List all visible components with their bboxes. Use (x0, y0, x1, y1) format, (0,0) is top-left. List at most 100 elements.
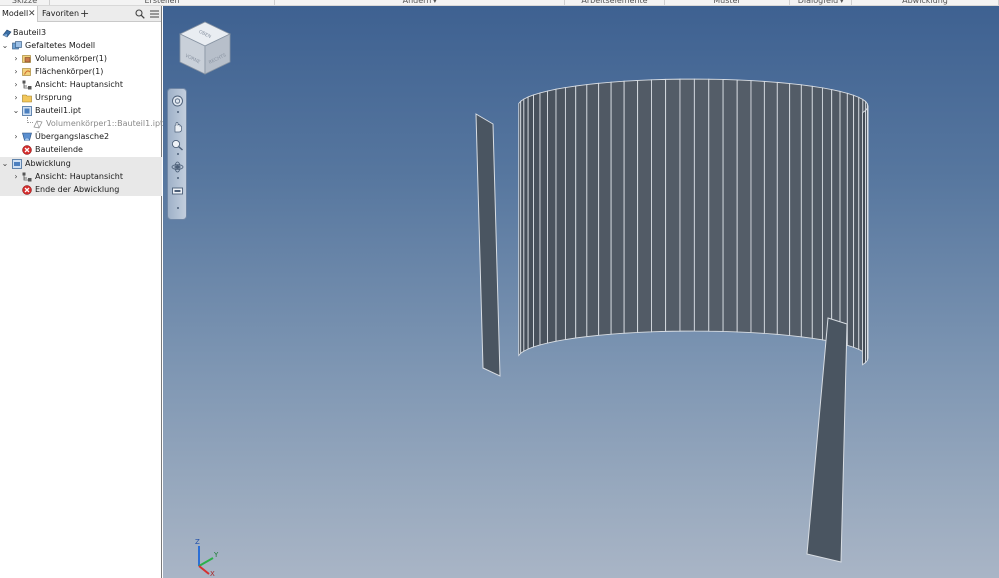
tree-item-bauteil1-ipt[interactable]: ⌄ Bauteil1.ipt (0, 104, 162, 117)
x-axis-label: X (210, 570, 215, 576)
tree-item-ansicht-hauptansicht[interactable]: › Ansicht: Hauptansicht (0, 78, 162, 91)
tree-item-bauteil3[interactable]: Bauteil3 (0, 26, 162, 39)
shell-facet[interactable] (693, 78, 710, 332)
shell-facet[interactable] (547, 88, 557, 344)
tree-item-derived-body[interactable]: Volumenkörper1::Bauteil1.ipt (0, 117, 164, 130)
shell-facet[interactable] (708, 78, 724, 332)
part-model[interactable] (163, 6, 999, 578)
shell-facet[interactable] (821, 87, 833, 343)
y-axis (198, 557, 214, 567)
shell-facet[interactable] (862, 109, 866, 366)
ribbon-panel-label-text: Dialogfeld (797, 0, 839, 5)
shell-facet[interactable] (575, 84, 588, 339)
chevron-down-icon[interactable]: ⌄ (12, 104, 20, 117)
chevron-right-icon[interactable]: › (12, 78, 20, 91)
left-flange[interactable] (475, 113, 501, 377)
tree-item-gefaltetes-modell[interactable]: ⌄ Gefaltetes Modell (0, 39, 162, 52)
lofted-flange-icon (22, 132, 32, 141)
ribbon-panel-label-text: Ändern (402, 0, 432, 5)
tree-item-label: Übergangslasche2 (35, 132, 110, 141)
shell-facet[interactable] (800, 84, 813, 339)
solid-bodies-icon (22, 55, 31, 63)
shell-facet[interactable] (527, 94, 534, 350)
cylindrical-shell[interactable] (475, 78, 869, 563)
shell-facet[interactable] (637, 79, 652, 333)
tree-item-ursprung[interactable]: › Ursprung (0, 91, 162, 104)
shell-facet[interactable] (623, 79, 639, 334)
tab-favoriten-label: Favoriten (42, 9, 80, 18)
ribbon-panel-label-text: Muster (713, 0, 741, 5)
tree-item-label: Bauteilende (35, 145, 83, 154)
shell-facet[interactable] (555, 87, 566, 342)
tree-item-abwicklung[interactable]: ⌄ Abwicklung (0, 157, 162, 170)
shell-facet[interactable] (831, 89, 841, 344)
ribbon-panel-label-text: Erstellen (144, 0, 180, 5)
tree-item-label: Bauteil3 (13, 28, 47, 37)
shell-facet[interactable] (763, 80, 778, 335)
chevron-right-icon[interactable]: › (12, 130, 20, 143)
shell-facet[interactable] (750, 80, 765, 334)
chevron-down-icon[interactable]: ⌄ (1, 39, 9, 52)
tree-item-label: Ansicht: Hauptansicht (35, 172, 123, 181)
shell-facet[interactable] (598, 81, 612, 336)
tree-item-label: Volumenkörper1::Bauteil1.ipt (46, 119, 164, 128)
shell-facet[interactable] (811, 85, 823, 341)
y-axis-label: Y (213, 551, 219, 559)
shell-facet[interactable] (846, 92, 855, 348)
origin-folder-icon (22, 94, 32, 103)
search-icon[interactable] (135, 9, 145, 19)
folded-model-icon (12, 41, 22, 50)
chevron-right-icon[interactable]: › (12, 170, 20, 183)
shell-facet[interactable] (533, 92, 541, 348)
browser-tab-bar: Modell ✕ Favoriten + (0, 6, 161, 22)
shell-facet[interactable] (651, 78, 667, 333)
shell-facet[interactable] (853, 94, 860, 351)
shell-facet[interactable] (776, 81, 791, 337)
tree-item-label: Ansicht: Hauptansicht (35, 80, 123, 89)
tree-item-label: Gefaltetes Modell (25, 41, 96, 50)
surface-bodies-icon (22, 68, 31, 76)
tab-modell-label: Modell (2, 9, 29, 18)
tree-item-label: Ende der Abwicklung (35, 185, 120, 194)
coordinate-triad: Z Y X (195, 538, 219, 576)
chevron-right-icon[interactable]: › (12, 52, 20, 65)
menu-icon[interactable] (150, 10, 159, 18)
z-axis-label: Z (195, 538, 200, 546)
close-icon[interactable]: ✕ (28, 6, 36, 22)
shell-facet[interactable] (539, 90, 548, 346)
chevron-right-icon[interactable]: › (12, 91, 20, 104)
shell-facet[interactable] (722, 78, 738, 333)
tree-item-ansicht-hauptansicht-2[interactable]: › Ansicht: Hauptansicht (0, 170, 162, 183)
tree-item-uebergangslasche2[interactable]: › Übergangslasche2 (0, 130, 162, 143)
chevron-right-icon[interactable]: › (12, 65, 20, 78)
model-browser: Modell ✕ Favoriten + Bauteil3 ⌄ Gefaltet… (0, 6, 164, 578)
shell-facet[interactable] (610, 80, 625, 335)
shell-facet[interactable] (586, 82, 600, 338)
tree-item-label: Ursprung (35, 93, 72, 102)
add-tab-icon[interactable]: + (80, 6, 89, 22)
shell-facet[interactable] (789, 83, 802, 338)
chevron-down-icon[interactable]: ⌄ (1, 157, 9, 170)
shell-facet[interactable] (736, 79, 752, 334)
right-flange[interactable] (806, 317, 848, 563)
shell-facet[interactable] (520, 98, 525, 355)
tree-item-flaechenkoerper[interactable]: › Flächenkörper(1) (0, 65, 162, 78)
tree-item-bauteilende[interactable]: Bauteilende (0, 143, 162, 156)
tree-item-ende-der-abwicklung[interactable]: Ende der Abwicklung (0, 183, 162, 196)
shell-facet[interactable] (523, 96, 529, 352)
tab-favoriten[interactable]: Favoriten (42, 6, 79, 22)
tree-item-label: Abwicklung (25, 159, 71, 168)
tree-item-label: Volumenkörper(1) (35, 54, 107, 63)
tree-item-volumenkoerper[interactable]: › Volumenkörper(1) (0, 52, 162, 65)
chevron-down-icon[interactable]: ▾ (840, 0, 843, 5)
shell-facet[interactable] (839, 90, 848, 346)
end-of-part-icon (22, 145, 32, 155)
graphics-viewport[interactable]: OBEN VORNE RECHTS Z Y X (163, 6, 999, 578)
chevron-down-icon[interactable]: ▾ (433, 0, 436, 5)
shell-facet[interactable] (564, 85, 577, 341)
tab-modell[interactable]: Modell ✕ (0, 6, 38, 22)
tree-item-label: Bauteil1.ipt (35, 106, 82, 115)
shell-facet[interactable] (679, 78, 695, 332)
shell-facet[interactable] (665, 78, 681, 332)
part-document-icon (2, 29, 12, 38)
